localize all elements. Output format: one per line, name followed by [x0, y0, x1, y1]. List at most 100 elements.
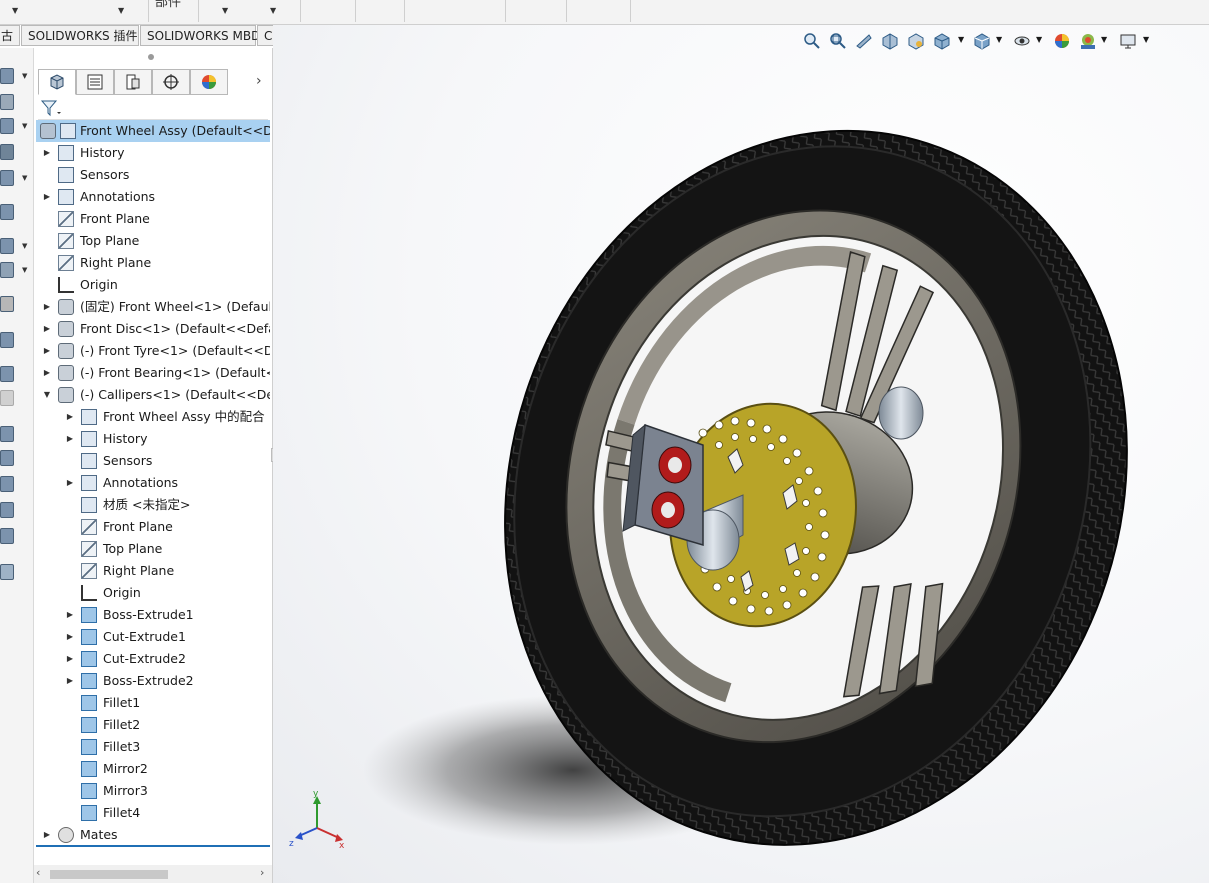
tab-solidworks-addins[interactable]: SOLIDWORKS 插件 [21, 25, 139, 46]
mate-icon[interactable] [0, 94, 14, 110]
tree-item[interactable]: ▶ History [36, 428, 270, 450]
move-component-icon[interactable] [0, 204, 14, 220]
expand-arrow-icon[interactable]: ▶ [65, 604, 75, 626]
tree-item[interactable]: Fillet1 [36, 692, 270, 714]
tree-item[interactable]: ▶ Cut-Extrude1 [36, 626, 270, 648]
exploded-view-icon[interactable] [0, 390, 14, 406]
tree-item-label: Front Wheel Assy 中的配合 [103, 409, 265, 424]
tab-property-manager[interactable] [76, 69, 114, 95]
tree-item[interactable]: Sensors [36, 450, 270, 472]
expand-arrow-icon[interactable]: ▶ [42, 296, 52, 318]
tab-dimxpert-manager[interactable] [152, 69, 190, 95]
more-tabs-chevron-icon[interactable]: › [256, 73, 262, 89]
tree-item[interactable]: ▶ Annotations [36, 186, 270, 208]
expand-arrow-icon[interactable]: ▶ [42, 362, 52, 384]
scroll-left-icon[interactable]: ‹ [36, 866, 40, 879]
tree-item-label: Right Plane [80, 255, 152, 270]
expand-arrow-icon[interactable]: ▶ [42, 318, 52, 340]
tree-item[interactable]: ▶ History [36, 142, 270, 164]
part-icon [58, 387, 74, 403]
assembly-icon [40, 123, 56, 139]
scroll-thumb[interactable] [50, 870, 168, 879]
expand-arrow-icon[interactable]: ▶ [65, 670, 75, 692]
tree-item[interactable]: ▶ (-) Front Tyre<1> (Default<<Def [36, 340, 270, 362]
dropdown-arrow-icon[interactable]: ▼ [222, 6, 228, 15]
reference-geometry-icon[interactable] [0, 296, 14, 312]
dropdown-arrow-icon[interactable]: ▼ [12, 6, 18, 15]
tree-item[interactable]: ▶ Annotations [36, 472, 270, 494]
tree-item[interactable]: ▼ (-) Callipers<1> (Default<<Defa [36, 384, 270, 406]
expand-arrow-icon[interactable]: ▶ [65, 428, 75, 450]
mates-folder-icon [81, 409, 97, 425]
scroll-right-icon[interactable]: › [260, 866, 264, 879]
history-icon [58, 145, 74, 161]
update-speedpak-icon[interactable] [0, 450, 14, 466]
tree-item[interactable]: Sensors [36, 164, 270, 186]
tree-item[interactable]: Front Plane [36, 516, 270, 538]
tree-item[interactable]: Mirror2 [36, 758, 270, 780]
collapse-arrow-icon[interactable]: ▼ [42, 384, 52, 406]
large-assembly-icon[interactable] [0, 502, 14, 518]
expand-arrow-icon[interactable]: ▶ [65, 626, 75, 648]
take-snapshot-icon[interactable] [0, 476, 14, 492]
tree-item[interactable]: Right Plane [36, 560, 270, 582]
front-wheel-model[interactable] [273, 25, 1209, 883]
insert-component-icon[interactable] [0, 68, 14, 84]
tree-item[interactable]: Origin [36, 274, 270, 296]
expand-arrow-icon[interactable]: ▶ [65, 406, 75, 428]
tree-item-label: Boss-Extrude2 [103, 673, 194, 688]
tree-root-assembly[interactable]: Front Wheel Assy (Default<<Def [36, 120, 270, 142]
panel-grip-icon[interactable] [148, 54, 154, 60]
assembly-xpert-icon[interactable] [0, 528, 14, 544]
tab-solidworks-mbd[interactable]: SOLIDWORKS MBD [140, 25, 260, 46]
tree-item[interactable]: ▶ Boss-Extrude1 [36, 604, 270, 626]
tree-item[interactable]: Mirror3 [36, 780, 270, 802]
graphics-viewport[interactable]: ▼ ▼ ▼ ▼ ▼ y x z [273, 25, 1209, 883]
tree-item[interactable]: Fillet3 [36, 736, 270, 758]
plane-icon [58, 233, 74, 249]
smart-fasteners-icon[interactable] [0, 170, 14, 186]
expand-arrow-icon[interactable]: ▶ [42, 340, 52, 362]
tree-item[interactable]: Right Plane [36, 252, 270, 274]
dropdown-arrow-icon[interactable]: ▼ [270, 6, 276, 15]
dropdown-arrow-icon[interactable]: ▼ [118, 6, 124, 15]
tree-item[interactable]: Front Plane [36, 208, 270, 230]
tree-item[interactable]: ▶ (固定) Front Wheel<1> (Default< [36, 296, 270, 318]
tree-item-label: (固定) Front Wheel<1> (Default< [80, 299, 270, 314]
assembly-features-icon[interactable] [0, 262, 14, 278]
tree-item[interactable]: 材质 <未指定> [36, 494, 270, 516]
expand-arrow-icon[interactable]: ▶ [42, 824, 52, 846]
tree-item[interactable]: Origin [36, 582, 270, 604]
plane-icon [58, 211, 74, 227]
show-hidden-icon[interactable] [0, 238, 14, 254]
expand-arrow-icon[interactable]: ▶ [65, 648, 75, 670]
tab-display-manager[interactable] [190, 69, 228, 95]
tab-partial[interactable]: 古 [0, 25, 20, 46]
tree-item[interactable]: ▶ Boss-Extrude2 [36, 670, 270, 692]
tree-item[interactable]: Top Plane [36, 538, 270, 560]
tree-item[interactable]: ▶ (-) Front Bearing<1> (Default<< [36, 362, 270, 384]
expand-arrow-icon[interactable]: ▶ [42, 186, 52, 208]
tree-item[interactable]: Fillet2 [36, 714, 270, 736]
tab-configuration-manager[interactable] [114, 69, 152, 95]
expand-arrow-icon[interactable]: ▶ [42, 142, 52, 164]
linear-pattern-icon[interactable] [0, 144, 14, 160]
interference-detection-icon[interactable] [0, 564, 14, 580]
component-preview-icon[interactable] [0, 118, 14, 134]
expand-arrow-icon[interactable]: ▶ [65, 472, 75, 494]
tree-item-label: Sensors [80, 167, 130, 182]
assembly-button-label[interactable]: 部件 [155, 0, 181, 10]
tree-item[interactable]: ▶ Cut-Extrude2 [36, 648, 270, 670]
tab-feature-manager[interactable] [38, 69, 76, 95]
tree-item[interactable]: ▶ Front Wheel Assy 中的配合 [36, 406, 270, 428]
fillet-icon [81, 805, 97, 821]
tree-item[interactable]: Top Plane [36, 230, 270, 252]
new-motion-study-icon[interactable] [0, 332, 14, 348]
tree-item[interactable]: ▶ Mates [36, 824, 270, 846]
tree-item[interactable]: Fillet4 [36, 802, 270, 824]
horizontal-scrollbar[interactable]: ‹ › [34, 865, 272, 883]
instant3d-icon[interactable] [0, 426, 14, 442]
tree-item[interactable]: ▶ Front Disc<1> (Default<<Defaul [36, 318, 270, 340]
bill-of-materials-icon[interactable] [0, 366, 14, 382]
filter-icon[interactable] [40, 98, 62, 118]
